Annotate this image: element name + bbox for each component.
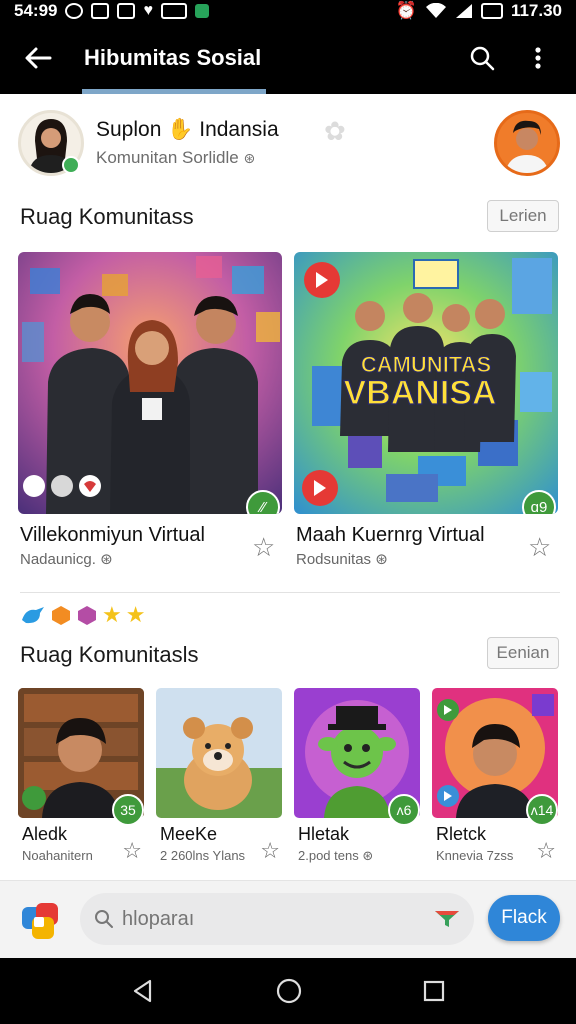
- favorite-star-icon[interactable]: ☆: [528, 534, 551, 560]
- card-subtitle: Nadaunicg. ⊛: [20, 551, 113, 568]
- filter-icon[interactable]: [434, 909, 460, 929]
- emoji-row: ★ ★: [20, 604, 145, 626]
- heart-icon: ♥: [143, 2, 153, 19]
- search-button[interactable]: [462, 38, 502, 78]
- clover-icon: ✿: [324, 116, 346, 146]
- nav-back-icon[interactable]: [130, 978, 156, 1004]
- member-badge: ᴧ6: [388, 794, 420, 826]
- box-icon: [52, 606, 70, 625]
- star-icon: ★: [125, 602, 146, 627]
- android-icon: [194, 4, 209, 18]
- status-clock: 117.30: [510, 1, 562, 20]
- member-card[interactable]: ᴧ6 Hletak 2.pod tens ⊛ ☆: [294, 688, 422, 880]
- member-image: [156, 688, 282, 818]
- divider: [20, 592, 560, 593]
- action-button[interactable]: Flack: [488, 895, 560, 941]
- card-overlay-line2: VBANISA: [343, 374, 496, 412]
- section-1-button[interactable]: Lerien: [487, 200, 559, 232]
- globe-icon: ⊛: [243, 150, 256, 166]
- status-bar: 54:99 ♥ ⏰ 117.30: [0, 0, 576, 22]
- app-logo-icon[interactable]: [18, 899, 62, 943]
- community-subtitle: Komunitan Sorlidle ⊛: [96, 148, 256, 167]
- member-name: MeeKe: [160, 824, 218, 844]
- member-card[interactable]: 35 Aledk Noahanitern ☆: [18, 688, 146, 880]
- member-name: Rletck: [436, 824, 487, 844]
- search-bar[interactable]: [80, 893, 474, 945]
- system-nav-bar: [0, 958, 576, 1024]
- search-icon: [95, 910, 113, 928]
- member-subtitle: 2 260lns Ylans: [160, 848, 246, 863]
- member-name: Hletak: [298, 824, 350, 844]
- battery-icon: [480, 3, 503, 19]
- section-2-button[interactable]: Eenian: [487, 637, 559, 669]
- cube-icon: [78, 606, 96, 625]
- alarm-icon: ⏰: [395, 1, 417, 20]
- favorite-star-icon[interactable]: ☆: [260, 838, 280, 864]
- section-title-2: Ruag Komunitasls: [20, 642, 199, 667]
- download-icon: [91, 3, 110, 19]
- favorite-star-icon[interactable]: ☆: [122, 838, 142, 864]
- back-arrow-icon: [25, 47, 52, 69]
- more-vert-icon: [535, 47, 541, 69]
- favorite-star-icon[interactable]: ☆: [252, 534, 275, 560]
- nav-home-icon[interactable]: [275, 977, 303, 1005]
- member-subtitle: Knnevia 7zss: [436, 848, 514, 863]
- card-title: Maah Kuernrg Virtual: [296, 524, 485, 546]
- member-card[interactable]: ᴧ14 Rletck Knnevia 7zss ☆: [432, 688, 560, 880]
- signal-icon: [455, 4, 472, 18]
- more-button[interactable]: [518, 38, 558, 78]
- globe-icon: ⊛: [100, 551, 113, 568]
- community-name: Suplon ✋ Indansia: [96, 118, 279, 141]
- member-name: Aledk: [22, 824, 68, 844]
- bird-icon: [22, 607, 44, 624]
- hand-icon: ✋: [167, 118, 194, 141]
- member-subtitle: 2.pod tens ⊛: [298, 848, 374, 863]
- nav-recents-icon[interactable]: [422, 979, 446, 1003]
- globe-icon: ⊛: [375, 551, 388, 568]
- member-card[interactable]: MeeKe 2 260lns Ylans ☆: [156, 688, 284, 880]
- favorite-star-icon[interactable]: ☆: [536, 838, 556, 864]
- back-button[interactable]: [18, 38, 58, 78]
- globe-icon: ⊛: [362, 848, 374, 863]
- online-badge: [62, 156, 80, 174]
- card-subtitle: Rodsunitas ⊛: [296, 551, 388, 568]
- page-title: Hibumitas Sosial: [84, 45, 262, 70]
- member-badge: ᴧ14: [526, 794, 558, 826]
- card-title: Villekonmiyun Virtual: [20, 524, 205, 546]
- star-icon: ★: [102, 602, 122, 627]
- app-bar: Hibumitas Sosial: [0, 22, 576, 94]
- status-time: 54:99: [14, 1, 58, 20]
- search-input[interactable]: [122, 907, 434, 931]
- app-icon: [160, 3, 187, 19]
- user-avatar[interactable]: [494, 110, 560, 176]
- member-badge: 35: [112, 794, 144, 826]
- sync-icon: [65, 3, 84, 19]
- community-header: Suplon ✋ Indansia Komunitan Sorlidle ⊛ ✿: [18, 108, 560, 182]
- section-title-1: Ruag Komunitass: [20, 204, 194, 229]
- notification-icon: [117, 3, 136, 19]
- tab-indicator: [82, 89, 266, 94]
- search-icon: [470, 46, 495, 71]
- bottom-bar: Flack: [0, 880, 576, 958]
- community-card[interactable]: CAMUNITAS VBANISA ɑ9: [294, 252, 558, 514]
- member-subtitle: Noahanitern: [22, 848, 93, 863]
- community-card[interactable]: ⁄⁄: [18, 252, 282, 514]
- wifi-icon: [425, 3, 446, 18]
